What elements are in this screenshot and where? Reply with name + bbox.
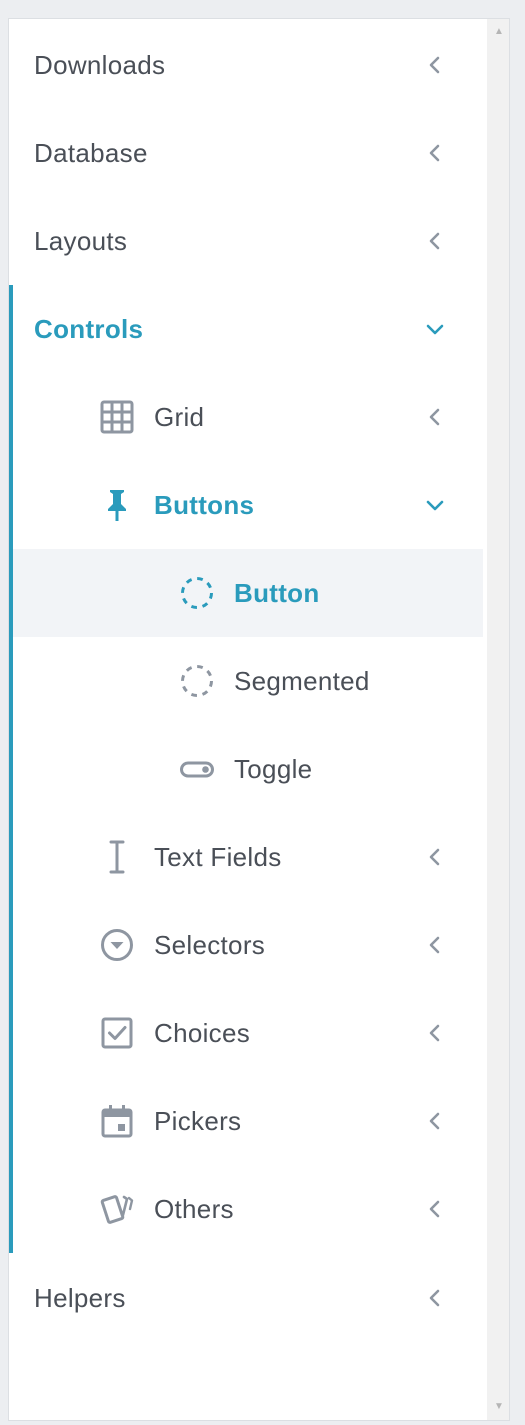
dashed-circle-icon: [181, 665, 213, 697]
sidebar-item-label: Controls: [34, 314, 144, 344]
vertical-scrollbar[interactable]: ▲ ▼: [487, 19, 509, 1420]
sidebar-item-label: Choices: [154, 1018, 251, 1048]
chevron-left-icon: [429, 1024, 440, 1042]
sidebar-item-pickers[interactable]: Pickers: [9, 1077, 479, 1165]
checkbox-icon: [101, 1017, 133, 1049]
sidebar-item-selectors[interactable]: Selectors: [9, 901, 479, 989]
scroll-down-arrow-icon[interactable]: ▼: [487, 1396, 509, 1418]
grid-icon: [100, 400, 134, 434]
pin-icon: [108, 490, 126, 521]
sidebar-item-label: Others: [154, 1194, 234, 1224]
chevron-down-icon: [426, 500, 444, 511]
sidebar-item-others[interactable]: Others: [9, 1165, 479, 1253]
calendar-icon: [101, 1105, 133, 1138]
sidebar-item-segmented[interactable]: Segmented: [9, 637, 479, 725]
chevron-left-icon: [429, 936, 440, 954]
sidebar-item-layouts[interactable]: Layouts: [9, 197, 479, 285]
sidebar-item-toggle[interactable]: Toggle: [9, 725, 479, 813]
sidebar-item-label: Layouts: [34, 226, 128, 256]
sidebar-panel: Downloads Database Layouts Controls Grid…: [8, 18, 510, 1421]
sidebar-item-button[interactable]: Button: [9, 549, 479, 637]
dashed-circle-icon: [181, 577, 213, 609]
sidebar-item-database[interactable]: Database: [9, 109, 479, 197]
sidebar-item-label: Button: [234, 578, 320, 608]
sidebar-item-grid[interactable]: Grid: [9, 373, 479, 461]
chevron-left-icon: [429, 232, 440, 250]
text-cursor-icon: [109, 840, 125, 874]
chevron-left-icon: [429, 56, 440, 74]
sidebar-item-label: Buttons: [154, 490, 255, 520]
sidebar-item-label: Grid: [154, 402, 205, 432]
sidebar-item-label: Selectors: [154, 930, 266, 960]
sidebar-item-label: Segmented: [234, 666, 370, 696]
dropdown-circle-icon: [101, 929, 133, 961]
sidebar-item-label: Pickers: [154, 1106, 242, 1136]
sidebar-item-label: Downloads: [34, 50, 166, 80]
chevron-left-icon: [429, 408, 440, 426]
sidebar-item-text-fields[interactable]: Text Fields: [9, 813, 479, 901]
chevron-left-icon: [429, 1112, 440, 1130]
chevron-left-icon: [429, 144, 440, 162]
chevron-left-icon: [429, 848, 440, 866]
sidebar-item-label: Helpers: [34, 1283, 126, 1313]
chevron-left-icon: [429, 1200, 440, 1218]
sidebar-item-label: Text Fields: [154, 842, 282, 872]
sidebar-item-label: Toggle: [234, 754, 313, 784]
scroll-up-arrow-icon[interactable]: ▲: [487, 21, 509, 43]
sidebar-item-choices[interactable]: Choices: [9, 989, 479, 1077]
sidebar-item-helpers[interactable]: Helpers: [9, 1254, 479, 1342]
toggle-icon: [180, 761, 214, 778]
sidebar-item-buttons[interactable]: Buttons: [9, 461, 479, 549]
chevron-left-icon: [429, 1289, 440, 1307]
sidebar-item-downloads[interactable]: Downloads: [9, 21, 479, 109]
chevron-down-icon: [426, 324, 444, 335]
cards-icon: [100, 1195, 134, 1224]
sidebar-item-label: Database: [34, 138, 148, 168]
sidebar-item-controls[interactable]: Controls: [9, 285, 479, 373]
